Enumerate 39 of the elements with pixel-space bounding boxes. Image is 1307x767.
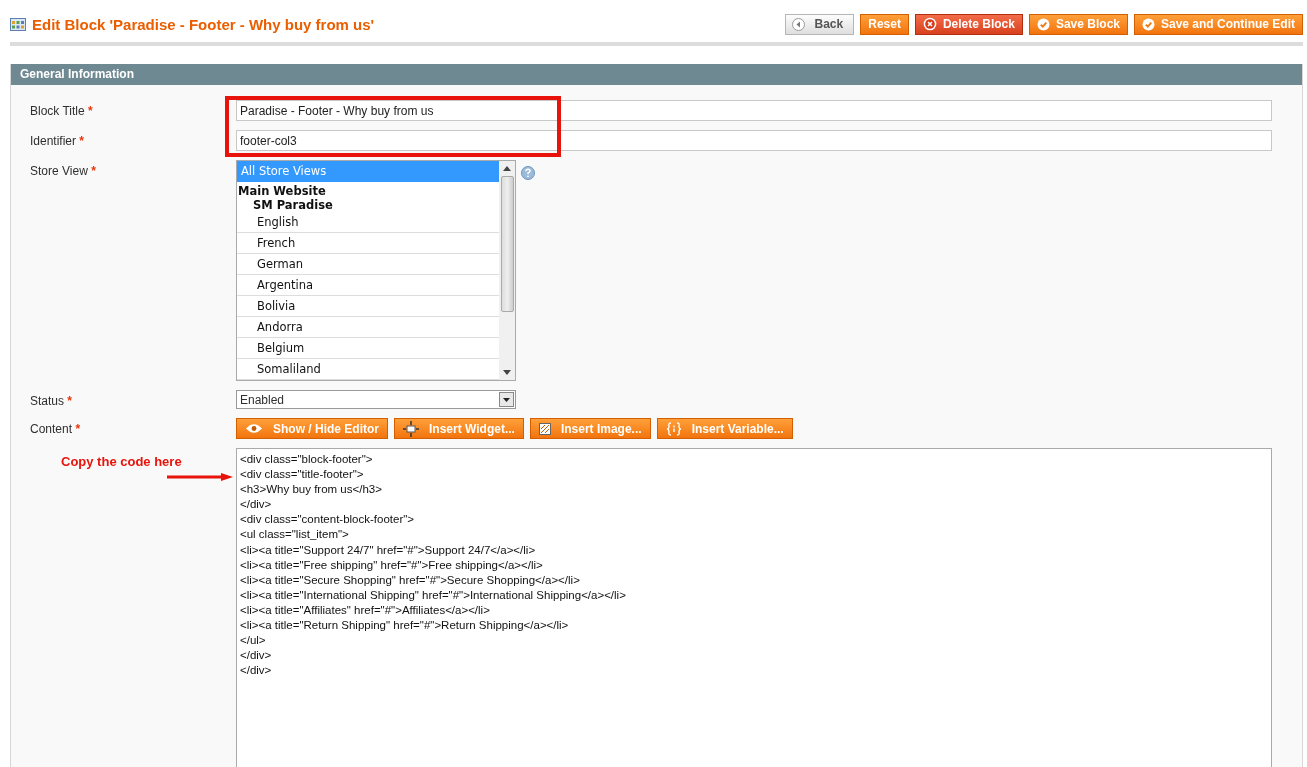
image-icon [538, 422, 551, 435]
list-option[interactable]: English [237, 212, 499, 233]
dropdown-icon [499, 392, 514, 407]
list-option[interactable]: Bolivia [237, 296, 499, 317]
identifier-field[interactable]: footer-col3 [236, 130, 1272, 151]
check-icon [1036, 17, 1050, 31]
delete-button[interactable]: Delete Block [914, 13, 1023, 35]
list-option[interactable]: Main Website [237, 184, 499, 198]
scroll-up-icon[interactable] [503, 166, 511, 171]
field-label: Content * [30, 421, 82, 436]
list-option[interactable]: Andorra [237, 317, 499, 338]
list-option[interactable]: German [237, 254, 499, 275]
list-option[interactable]: French [237, 233, 499, 254]
widget-icon [403, 420, 419, 437]
section-header: General Information [11, 64, 1302, 85]
field-label: Status * [30, 393, 74, 408]
list-option[interactable]: Somaliland [237, 359, 499, 380]
page-title: Edit Block 'Paradise - Footer - Why buy from us' [32, 15, 376, 33]
variable-icon [665, 421, 682, 436]
cancel-icon [922, 17, 937, 31]
block-title-field[interactable]: Paradise - Footer - Why buy from us [236, 100, 1272, 121]
grid-icon [10, 17, 26, 31]
field-label: Block Title * [30, 103, 94, 118]
annotation-arrow [167, 473, 233, 481]
field-label: Store View * [30, 163, 97, 178]
scrollbar[interactable] [499, 161, 515, 380]
content-editor[interactable]: <div class="block-footer"> <div class="title-footer"> <h3>Why buy from us</h3> </div> <div class="content-block-footer"> <ul class="list_item"> <li><a title="Support 24/7" href="#">Support 24/7</a></li> <li><a title="Free shipping" href="#">Free shipping</a></li> <li><a title="Secure Shopping" href="#">Secure Shopping</a></li> <li><a title="International Shipping" href="#">International Shipping</a></li> <li><a title="Affiliates" href="#">Affiliates</a></li> <li><a title="Return Shipping" href="#">Return Shipping</a></li> </ul> </div> </div> [236, 448, 1272, 767]
scroll-down-icon[interactable] [503, 370, 511, 375]
list-option[interactable]: Belgium [237, 338, 499, 359]
store-view-list[interactable]: All Store Views Main Website SM Paradise English French German Argentina Bolivia Andorra Belgium Somaliland [236, 160, 516, 381]
status-select[interactable]: Enabled [236, 390, 516, 409]
check-icon [1142, 17, 1155, 31]
back-button[interactable]: Back [784, 13, 855, 35]
list-option[interactable]: SM Paradise [237, 198, 499, 212]
annotation-text: Copy the code here [61, 454, 182, 469]
help-icon[interactable] [521, 166, 535, 180]
eye-icon [245, 423, 263, 434]
field-label: Identifier * [30, 133, 86, 148]
list-option[interactable]: Argentina [237, 275, 499, 296]
